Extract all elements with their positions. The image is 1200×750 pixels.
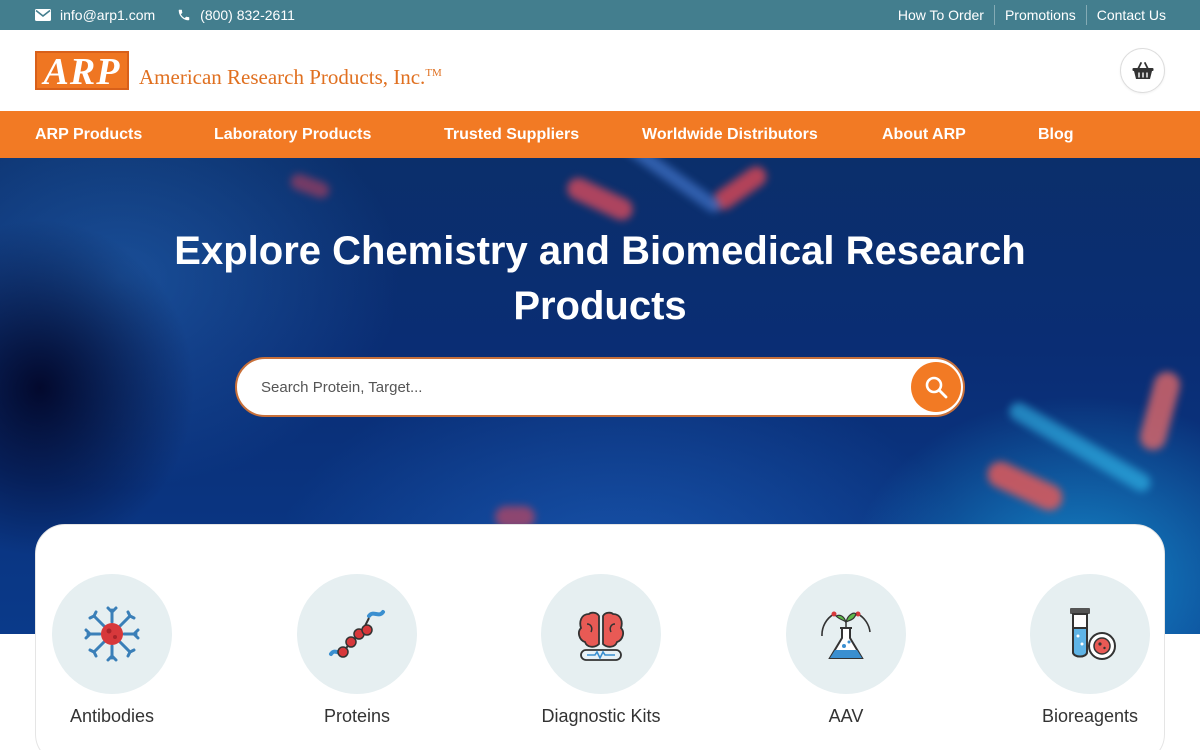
search-icon bbox=[925, 376, 948, 399]
promotions-link[interactable]: Promotions bbox=[993, 5, 1086, 25]
hero-decoration bbox=[288, 171, 332, 201]
phone-text: (800) 832-2611 bbox=[200, 7, 295, 23]
category-label: Bioreagents bbox=[1041, 706, 1139, 726]
hero-decoration bbox=[983, 457, 1067, 515]
search-input[interactable] bbox=[261, 359, 881, 415]
protein-icon bbox=[329, 610, 385, 658]
hero-decoration bbox=[1137, 368, 1183, 454]
top-bar: info@arp1.com (800) 832-2611 How To Orde… bbox=[0, 0, 1200, 30]
basket-icon bbox=[1132, 61, 1153, 79]
category-circle bbox=[52, 574, 172, 694]
nav-laboratory-products[interactable]: Laboratory Products bbox=[214, 111, 371, 158]
email-contact[interactable]: info@arp1.com bbox=[35, 7, 155, 23]
category-antibodies[interactable]: Antibodies bbox=[32, 574, 192, 727]
category-label: Diagnostic Kits bbox=[541, 706, 661, 726]
category-label: AAV bbox=[828, 706, 864, 726]
categories-card: Antibodies Proteins Diagnostic Kits AAV … bbox=[35, 524, 1165, 750]
nav-blog[interactable]: Blog bbox=[1038, 111, 1074, 158]
nav-about-arp[interactable]: About ARP bbox=[882, 111, 966, 158]
contact-us-link[interactable]: Contact Us bbox=[1085, 5, 1176, 25]
logo-mark: ARP bbox=[35, 51, 129, 91]
cart-button[interactable] bbox=[1120, 48, 1165, 93]
nav-arp-products[interactable]: ARP Products bbox=[35, 111, 142, 158]
category-aav[interactable]: AAV bbox=[766, 574, 926, 727]
hero-title: Explore Chemistry and Biomedical Researc… bbox=[174, 229, 1026, 328]
trademark: TM bbox=[425, 67, 442, 79]
email-text: info@arp1.com bbox=[60, 7, 156, 23]
phone-icon bbox=[178, 9, 190, 21]
test-tube-icon bbox=[1070, 608, 1116, 660]
category-bioreagents[interactable]: Bioreagents bbox=[1010, 574, 1170, 727]
category-label: Antibodies bbox=[69, 706, 155, 726]
category-proteins[interactable]: Proteins bbox=[277, 574, 437, 727]
hero-decoration bbox=[563, 174, 637, 224]
search-button[interactable] bbox=[911, 362, 961, 412]
category-circle bbox=[297, 574, 417, 694]
category-label: Proteins bbox=[323, 706, 391, 726]
category-circle bbox=[1030, 574, 1150, 694]
company-name: American Research Products, Inc.TM bbox=[139, 65, 442, 89]
category-circle bbox=[541, 574, 661, 694]
category-circle bbox=[786, 574, 906, 694]
brain-icon bbox=[578, 611, 624, 661]
nav-worldwide-distributors[interactable]: Worldwide Distributors bbox=[642, 111, 818, 158]
flask-icon bbox=[821, 611, 871, 659]
how-to-order-link[interactable]: How To Order bbox=[888, 5, 994, 25]
site-header: ARP American Research Products, Inc.TM bbox=[0, 30, 1200, 111]
site-logo[interactable]: ARP American Research Products, Inc.TM bbox=[35, 51, 442, 91]
search-bar bbox=[235, 357, 965, 417]
mail-icon bbox=[35, 9, 51, 21]
phone-contact[interactable]: (800) 832-2611 bbox=[177, 7, 295, 23]
antibody-icon bbox=[84, 606, 140, 662]
category-diagnostic-kits[interactable]: Diagnostic Kits bbox=[521, 574, 681, 727]
nav-trusted-suppliers[interactable]: Trusted Suppliers bbox=[444, 111, 579, 158]
main-nav: ARP Products Laboratory Products Trusted… bbox=[0, 111, 1200, 158]
